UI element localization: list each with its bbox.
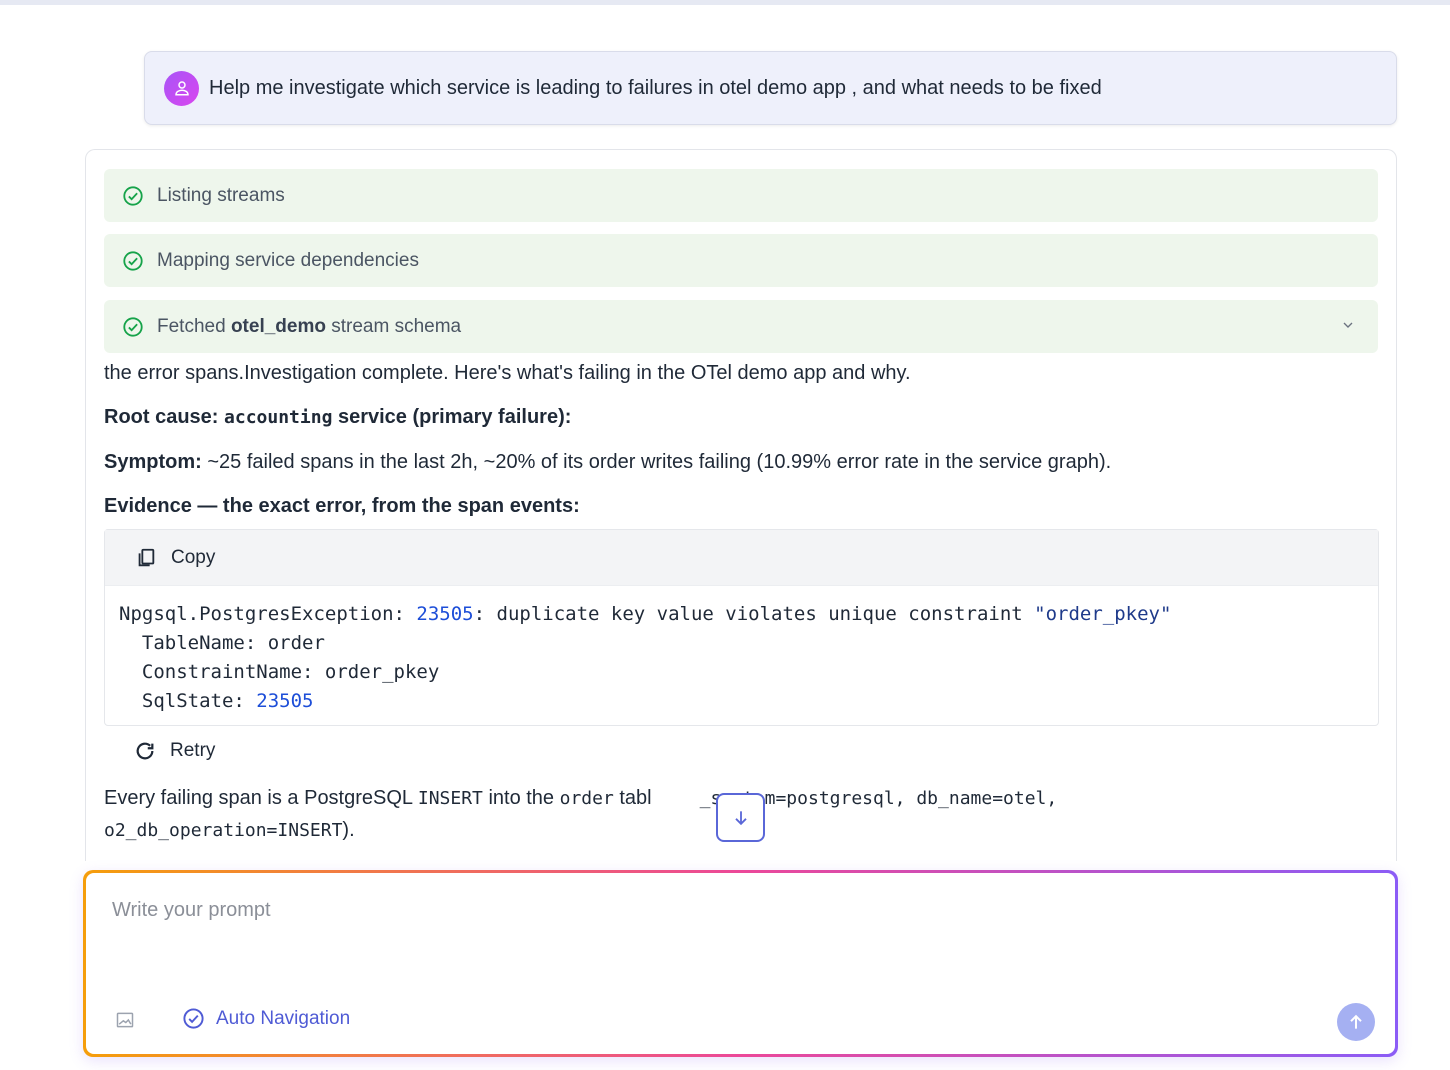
check-circle-icon xyxy=(123,250,143,271)
check-circle-icon xyxy=(123,185,143,206)
root-cause: Root cause: accounting service (primary … xyxy=(104,406,572,428)
top-strip xyxy=(0,0,1450,5)
retry-button[interactable]: Retry xyxy=(134,740,215,762)
send-button[interactable] xyxy=(1337,1003,1375,1041)
refresh-icon xyxy=(136,742,154,760)
code-content: Npgsql.PostgresException: 23505: duplica… xyxy=(119,603,1172,712)
code-block: Copy Npgsql.PostgresException: 23505: du… xyxy=(104,529,1379,726)
prompt-box: Auto Navigation xyxy=(83,870,1398,1057)
evidence-heading: Evidence — the exact error, from the spa… xyxy=(104,495,580,517)
step-listing-streams[interactable]: Listing streams xyxy=(104,169,1378,222)
step-label: Fetched otel_demo stream schema xyxy=(157,315,462,337)
response-intro: the error spans.Investigation complete. … xyxy=(104,362,911,384)
step-mapping-dependencies[interactable]: Mapping service dependencies xyxy=(104,234,1378,287)
prompt-input[interactable] xyxy=(112,899,1312,922)
failing-span-summary: Every failing span is a PostgreSQL INSER… xyxy=(104,787,1058,809)
arrow-up-icon xyxy=(1350,1014,1362,1029)
user-message-text: Help me investigate which service is lea… xyxy=(209,76,1102,99)
auto-navigation-toggle[interactable]: Auto Navigation xyxy=(182,1007,350,1030)
user-avatar xyxy=(164,70,199,106)
user-message: Help me investigate which service is lea… xyxy=(144,51,1397,125)
step-label: Listing streams xyxy=(157,184,285,206)
step-fetched-schema[interactable]: Fetched otel_demo stream schema xyxy=(104,300,1378,353)
check-circle-icon xyxy=(183,1008,204,1029)
failing-span-summary-line2: o2_db_operation=INSERT). xyxy=(104,819,355,841)
step-label: Mapping service dependencies xyxy=(157,249,419,271)
image-icon xyxy=(116,1012,134,1028)
auto-navigation-label: Auto Navigation xyxy=(216,1007,351,1029)
copy-icon xyxy=(138,548,155,566)
retry-label: Retry xyxy=(170,740,216,761)
copy-button[interactable]: Copy xyxy=(105,530,1378,586)
symptom: Symptom: ~25 failed spans in the last 2h… xyxy=(104,451,1112,473)
chevron-down-icon[interactable] xyxy=(1340,317,1356,333)
arrow-down-icon xyxy=(734,810,747,825)
copy-label: Copy xyxy=(171,546,216,568)
check-circle-icon xyxy=(123,316,143,337)
user-icon xyxy=(174,81,189,96)
scroll-to-bottom-button[interactable] xyxy=(716,793,765,842)
attach-image-button[interactable] xyxy=(115,1010,135,1035)
assistant-response: Listing streams Mapping service dependen… xyxy=(85,149,1397,861)
